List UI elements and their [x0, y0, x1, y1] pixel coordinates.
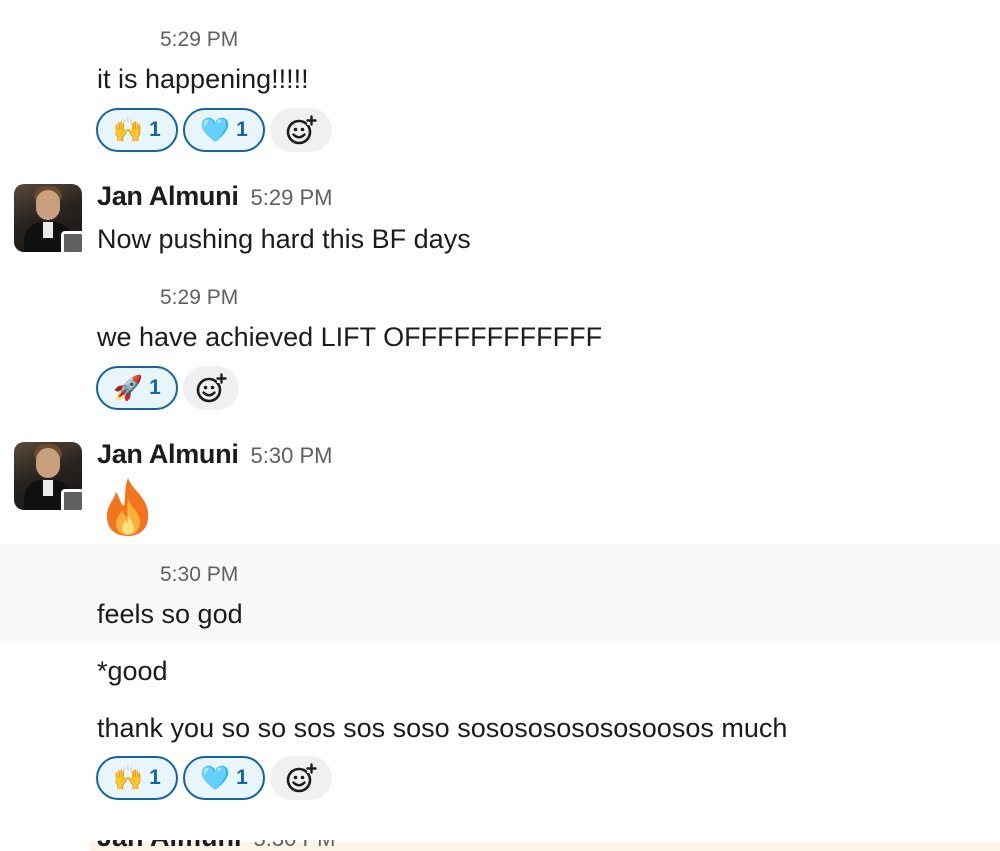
rocket-icon: 🚀 [113, 374, 144, 402]
author-name[interactable]: Jan Almuni [97, 181, 239, 211]
add-reaction-button[interactable] [270, 108, 332, 152]
reaction-raised-hands[interactable]: 🙌 1 [96, 108, 178, 152]
reaction-light-blue-heart[interactable]: 🩵 1 [183, 756, 265, 800]
reaction-count: 1 [149, 376, 161, 399]
author-name[interactable]: Jan Almuni [97, 439, 239, 469]
message-timestamp[interactable]: 5:30 PM [251, 443, 333, 468]
reaction-count: 1 [149, 766, 161, 789]
reaction-bar: 🙌 1 🩵 1 [96, 756, 332, 800]
message-text: Now pushing hard this BF days [97, 224, 471, 254]
partial-next-message: Jan Almuni 5:30 PM [0, 840, 1000, 851]
message-timestamp[interactable]: 5:29 PM [160, 286, 238, 310]
message-author-line: Jan Almuni 5:29 PM [97, 181, 332, 212]
reaction-light-blue-heart[interactable]: 🩵 1 [183, 108, 265, 152]
raised-hands-icon: 🙌 [113, 764, 144, 792]
reaction-count: 1 [149, 118, 161, 141]
add-reaction-icon [196, 373, 227, 403]
reaction-raised-hands[interactable]: 🙌 1 [96, 756, 178, 800]
status-away-indicator [61, 231, 85, 255]
add-reaction-icon [286, 763, 317, 793]
message-timestamp[interactable]: 5:29 PM [251, 185, 333, 210]
message-author-line: Jan Almuni 5:30 PM [97, 840, 335, 851]
reaction-count: 1 [236, 118, 248, 141]
status-away-indicator [61, 489, 85, 513]
message-text: we have achieved LIFT OFFFFFFFFFFFF [97, 322, 603, 352]
message-text: thank you so so sos sos soso sososososos… [97, 713, 788, 743]
reaction-bar: 🙌 1 🩵 1 [96, 108, 332, 152]
add-reaction-button[interactable] [270, 756, 332, 800]
message-text: feels so god [97, 599, 243, 629]
fire-icon [106, 478, 149, 536]
message-timestamp[interactable]: 5:30 PM [254, 840, 336, 851]
message-author-line: Jan Almuni 5:30 PM [97, 439, 332, 470]
message-text: *good [97, 656, 168, 686]
add-reaction-button[interactable] [183, 366, 239, 410]
reaction-rocket[interactable]: 🚀 1 [96, 366, 178, 410]
reaction-bar: 🚀 1 [96, 366, 239, 410]
author-name[interactable]: Jan Almuni [97, 840, 242, 851]
message-timestamp[interactable]: 5:30 PM [160, 563, 238, 587]
raised-hands-icon: 🙌 [113, 116, 144, 144]
light-blue-heart-icon: 🩵 [200, 764, 231, 792]
add-reaction-icon [286, 115, 317, 145]
message-text: it is happening!!!!! [97, 64, 309, 94]
message-timestamp[interactable]: 5:29 PM [160, 28, 238, 52]
reaction-count: 1 [236, 766, 248, 789]
light-blue-heart-icon: 🩵 [200, 116, 231, 144]
